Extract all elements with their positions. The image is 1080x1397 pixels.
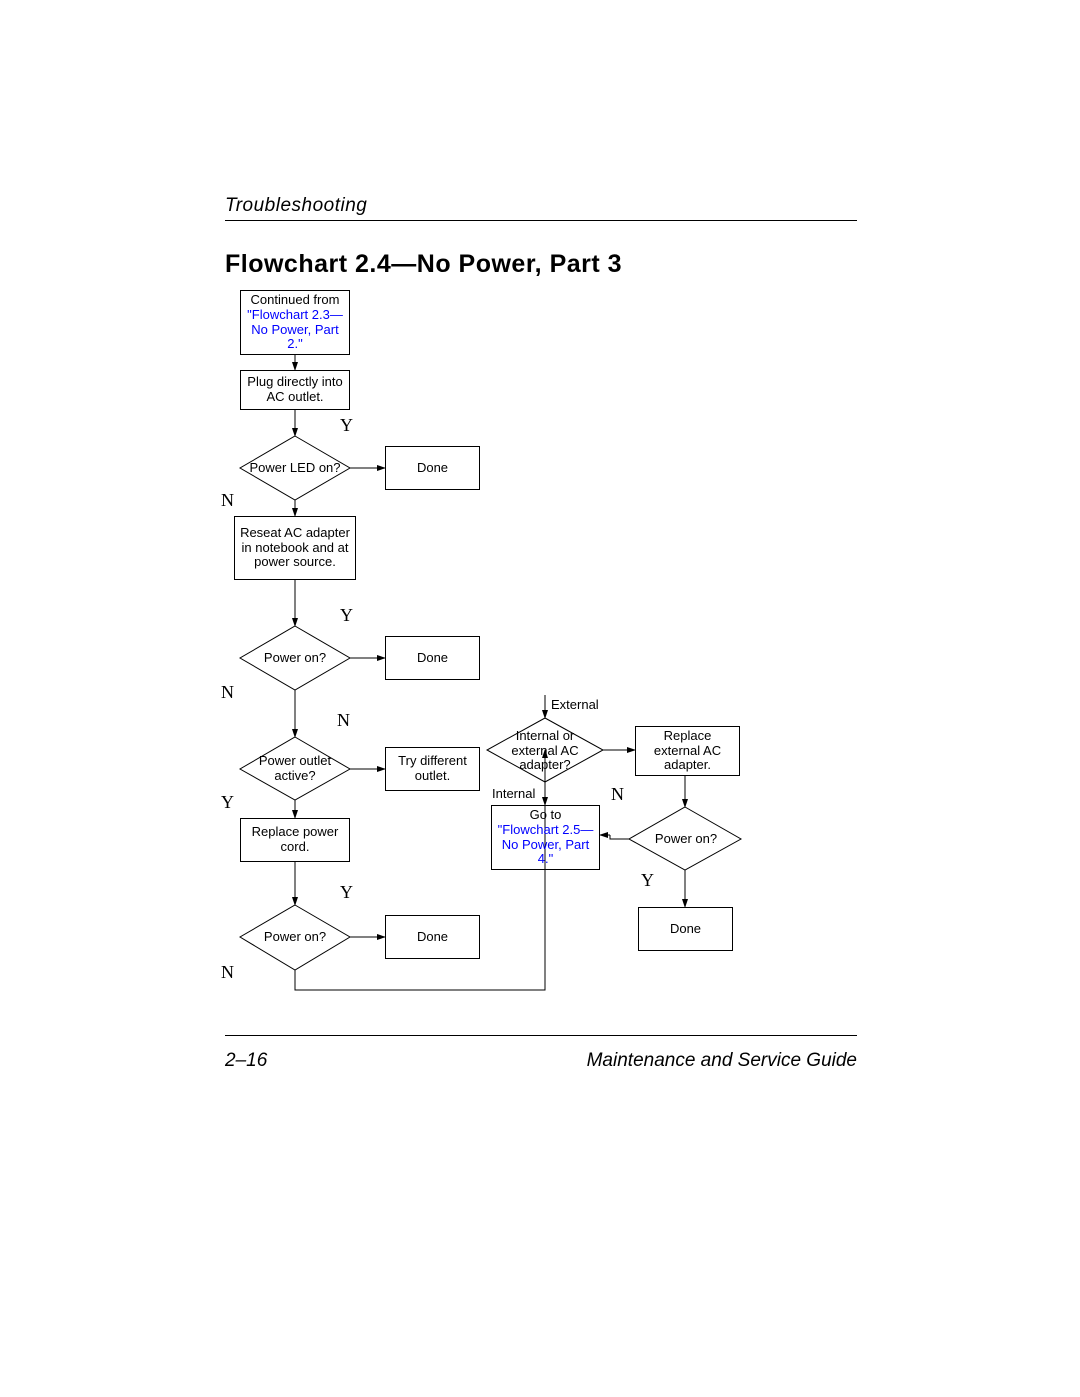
text: Go to "Flowchart 2.5—No Power, Part 4." <box>496 808 595 868</box>
diamond-power-on-1: Power on? <box>240 632 350 684</box>
guide-title: Maintenance and Service Guide <box>587 1050 857 1072</box>
label-n-4: N <box>221 962 234 983</box>
label-y-4: Y <box>340 882 353 903</box>
link-flowchart-2-3[interactable]: "Flowchart 2.3—No Power, Part 2." <box>247 307 343 352</box>
box-done-3: Done <box>385 915 480 959</box>
box-done-1: Done <box>385 446 480 490</box>
box-done-4: Done <box>638 907 733 951</box>
text: Continued from "Flowchart 2.3—No Power, … <box>245 293 345 353</box>
box-plug-ac: Plug directly into AC outlet. <box>240 370 350 410</box>
document-page: Troubleshooting Flowchart 2.4—No Power, … <box>0 0 1080 1397</box>
label-n-2: N <box>221 682 234 703</box>
label-y-2: Y <box>340 605 353 626</box>
flowchart: Continued from "Flowchart 2.3—No Power, … <box>225 290 857 1020</box>
divider-bottom <box>225 1035 857 1036</box>
box-replace-cord: Replace power cord. <box>240 818 350 862</box>
label-n-3: N <box>337 710 350 731</box>
section-header: Troubleshooting <box>225 195 367 217</box>
diamond-outlet-active: Power outlet active? <box>240 743 350 795</box>
box-go-to: Go to "Flowchart 2.5—No Power, Part 4." <box>491 805 600 870</box>
label-internal: Internal <box>492 786 535 801</box>
link-flowchart-2-5[interactable]: "Flowchart 2.5—No Power, Part 4." <box>498 822 594 867</box>
divider-top <box>225 220 857 221</box>
label-y-5: Y <box>641 870 654 891</box>
diamond-power-on-2: Power on? <box>240 911 350 963</box>
label-n-1: N <box>221 490 234 511</box>
page-number: 2–16 <box>225 1050 267 1072</box>
label-y-1: Y <box>340 415 353 436</box>
diamond-power-on-3: Power on? <box>630 813 742 865</box>
box-replace-ext: Replace external AC adapter. <box>635 726 740 776</box>
diamond-int-ext: Internal or external AC adapter? <box>489 725 601 777</box>
box-reseat: Reseat AC adapter in notebook and at pow… <box>234 516 356 580</box>
label-n-5: N <box>611 784 624 805</box>
box-try-outlet: Try different outlet. <box>385 747 480 791</box>
box-continued-from: Continued from "Flowchart 2.3—No Power, … <box>240 290 350 355</box>
goto-text: Go to <box>530 807 562 822</box>
diamond-power-led: Power LED on? <box>240 442 350 494</box>
box-done-2: Done <box>385 636 480 680</box>
cont-text: Continued from <box>251 292 340 307</box>
label-external: External <box>551 697 599 712</box>
label-y-3: Y <box>221 792 234 813</box>
page-title: Flowchart 2.4—No Power, Part 3 <box>225 250 622 279</box>
